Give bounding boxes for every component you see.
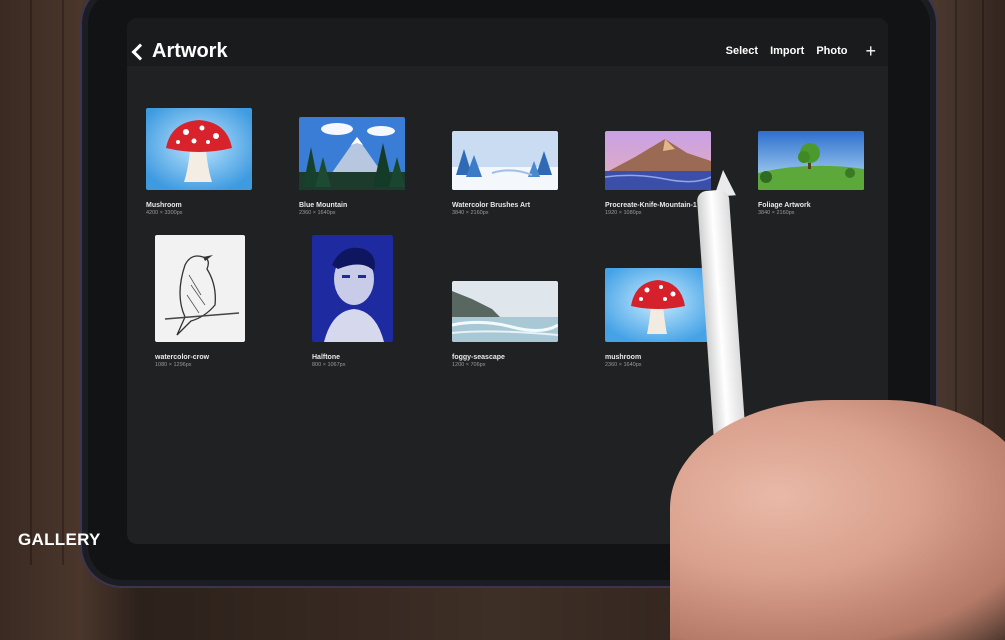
plus-icon[interactable]: +: [865, 42, 876, 60]
artwork-size: 800 × 1067px: [312, 362, 346, 368]
artwork-name: Halftone: [312, 354, 340, 361]
page-title: Artwork: [152, 40, 228, 62]
artwork-thumbnail[interactable]: [605, 131, 711, 190]
artwork-thumbnail[interactable]: [605, 268, 711, 342]
artwork-size: 1200 × 706px: [452, 362, 486, 368]
artwork-thumbnail[interactable]: [452, 131, 558, 190]
artwork-thumbnail[interactable]: [312, 235, 393, 342]
artwork-size: 2360 × 1640px: [299, 210, 336, 216]
artwork-name: Blue Mountain: [299, 202, 348, 209]
artwork-size: 1080 × 1296px: [155, 362, 192, 368]
top-bar: Artwork Select Import Photo +: [127, 18, 888, 66]
artwork-thumbnail[interactable]: [758, 131, 864, 190]
select-button[interactable]: Select: [726, 45, 758, 57]
artwork-name: Mushroom: [146, 202, 182, 209]
gallery-watermark: GALLERY: [18, 530, 101, 549]
artwork-name: Watercolor Brushes Art: [452, 202, 531, 209]
artwork-name: Foliage Artwork: [758, 202, 811, 209]
chevron-left-icon: [131, 43, 149, 60]
hand: [670, 400, 1005, 640]
artwork-thumbnail[interactable]: [146, 108, 252, 190]
artwork-size: 3840 × 2160px: [758, 210, 795, 216]
artwork-size: 1920 × 1080px: [605, 210, 642, 216]
artwork-name: watercolor-crow: [155, 354, 210, 361]
artwork-size: 4200 × 3300px: [146, 210, 183, 216]
toolbar-actions: Select Import Photo +: [726, 42, 876, 60]
artwork-thumbnail[interactable]: [452, 281, 558, 342]
artwork-size: 2360 × 1640px: [605, 362, 642, 368]
artwork-thumbnail[interactable]: [299, 117, 405, 190]
import-button[interactable]: Import: [770, 45, 804, 57]
artwork-name: Procreate-Knife-Mountain-1: [605, 202, 697, 209]
artwork-thumbnail[interactable]: [155, 235, 245, 342]
artwork-name: mushroom: [605, 354, 642, 361]
back-button[interactable]: Artwork: [131, 40, 228, 63]
artwork-size: 3840 × 2160px: [452, 210, 489, 216]
photo-button[interactable]: Photo: [816, 45, 847, 57]
artwork-name: foggy-seascape: [452, 354, 505, 361]
